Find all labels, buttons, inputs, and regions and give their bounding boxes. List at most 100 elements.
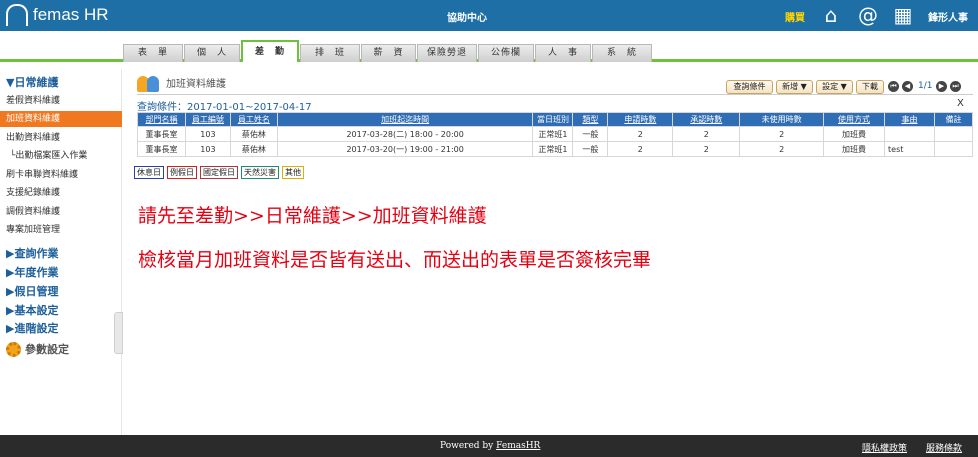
page-title-bar: 加班資料維護 — [137, 72, 226, 92]
col-applied-hours[interactable]: 申請時數 — [607, 112, 674, 127]
cell-shift: 正常班1 — [532, 126, 574, 142]
tab-system[interactable]: 系 統 — [592, 44, 652, 62]
sidebar-section-advanced-settings[interactable]: ▶進階設定 — [6, 320, 58, 336]
col-employee-id[interactable]: 員工編號 — [184, 112, 231, 127]
tab-attendance[interactable]: 差 勤 — [241, 40, 299, 62]
cell-employee-name: 蔡佑林 — [229, 126, 278, 142]
sidebar-item-overtime-data[interactable]: 加班資料維護 — [0, 111, 122, 127]
cell-remark — [933, 126, 974, 142]
sidebar-section-basic-settings[interactable]: ▶基本設定 — [6, 302, 58, 318]
sidebar-heading-daily[interactable]: ▼日常維護 — [6, 74, 58, 90]
cell-reason — [884, 126, 935, 142]
main-tabs: 表 單 個 人 差 勤 排 班 薪 資 保險勞退 公佈欄 人 事 系 統 — [0, 40, 978, 62]
sidebar-item-leave-data[interactable]: 差假資料維護 — [6, 93, 122, 109]
cell-employee-id: 103 — [184, 141, 231, 157]
next-page-icon[interactable]: ▶ — [936, 81, 947, 92]
add-button[interactable]: 新增 ▼ — [776, 80, 813, 94]
first-page-icon[interactable]: ⏮ — [888, 81, 899, 92]
sidebar-item-attendance-data[interactable]: 出勤資料維護 — [6, 130, 122, 146]
query-criteria: 查詢條件：2017-01-01~2017-04-17 — [137, 102, 312, 113]
instruction-note-2: 檢核當月加班資料是否皆有送出、而送出的表單是否簽核完畢 — [138, 249, 652, 271]
brand-name: femas HR — [33, 5, 109, 24]
tab-insurance[interactable]: 保險勞退 — [417, 44, 477, 62]
tab-hr[interactable]: 人 事 — [535, 44, 591, 62]
col-type[interactable]: 類型 — [572, 112, 609, 127]
cell-remark — [933, 141, 974, 157]
powered-by-prefix: Powered by — [440, 441, 497, 451]
cell-overtime-period: 2017-03-20(一) 19:00 - 21:00 — [276, 141, 534, 157]
col-overtime-period[interactable]: 加班起迄時間 — [276, 112, 534, 127]
cell-usage: 加班費 — [823, 126, 886, 142]
calendar-icon[interactable]: ▦ — [892, 4, 914, 26]
legend-rest-day: 休息日 — [134, 166, 164, 179]
cell-shift: 正常班1 — [532, 141, 574, 157]
home-icon[interactable]: ⌂ — [820, 4, 842, 26]
privacy-policy-link[interactable]: 隱私權政策 — [862, 441, 907, 454]
table-header-row: 部門名稱 員工編號 員工姓名 加班起迄時間 當日班別 類型 申請時數 承認時數 … — [137, 112, 974, 127]
cell-usage: 加班費 — [823, 141, 886, 157]
col-usage[interactable]: 使用方式 — [823, 112, 886, 127]
at-icon[interactable]: @ — [857, 4, 879, 26]
femas-logo-icon — [6, 4, 28, 26]
sidebar-collapse-handle[interactable] — [114, 312, 123, 354]
top-header: femas HR 協助中心 購買 ⌂ @ ▦ 鋒形人事 — [0, 0, 978, 31]
last-page-icon[interactable]: ⏭ — [950, 81, 961, 92]
tab-payroll[interactable]: 薪 資 — [361, 44, 416, 62]
cell-type: 一般 — [572, 126, 609, 142]
cell-type: 一般 — [572, 141, 609, 157]
cell-overtime-period: 2017-03-28(二) 18:00 - 20:00 — [276, 126, 534, 142]
sidebar-item-support-record[interactable]: 支援紀錄維護 — [6, 185, 122, 201]
gear-icon — [6, 341, 21, 357]
download-button[interactable]: 下載 — [856, 80, 884, 94]
sidebar-section-annual[interactable]: ▶年度作業 — [6, 264, 58, 280]
title-divider — [137, 94, 973, 95]
tab-forms[interactable]: 表 單 — [123, 44, 183, 62]
overtime-table: 部門名稱 員工編號 員工姓名 加班起迄時間 當日班別 類型 申請時數 承認時數 … — [137, 112, 974, 157]
cell-employee-name: 蔡佑林 — [229, 141, 278, 157]
footer: Powered by FemasHR 隱私權政策 服務條款 — [0, 435, 978, 457]
powered-by: Powered by FemasHR — [440, 441, 540, 451]
close-icon[interactable]: X — [957, 98, 964, 109]
sidebar-item-card-swipe[interactable]: 刷卡串聯資料維護 — [6, 167, 122, 183]
sidebar-item-attendance-import[interactable]: └出勤檔案匯入作業 — [10, 148, 126, 164]
sidebar-section-holiday[interactable]: ▶假日管理 — [6, 283, 58, 299]
cell-reason: test — [884, 141, 935, 157]
user-name[interactable]: 鋒形人事 — [928, 9, 968, 24]
query-criteria-button[interactable]: 查詢條件 — [726, 80, 773, 94]
legend-other: 其他 — [282, 166, 304, 179]
tab-bulletin[interactable]: 公佈欄 — [478, 44, 534, 62]
tab-personal[interactable]: 個 人 — [184, 44, 240, 62]
purchase-link[interactable]: 購買 — [785, 9, 805, 24]
col-department[interactable]: 部門名稱 — [137, 112, 186, 127]
cell-approved-hours: 2 — [672, 141, 741, 157]
col-approved-hours[interactable]: 承認時數 — [672, 112, 741, 127]
brand-logo[interactable]: femas HR — [6, 4, 109, 26]
instruction-note-1: 請先至差勤>>日常維護>>加班資料維護 — [138, 205, 487, 227]
col-employee-name[interactable]: 員工姓名 — [229, 112, 278, 127]
sidebar-item-project-overtime[interactable]: 專案加班管理 — [6, 222, 122, 238]
terms-of-service-link[interactable]: 服務條款 — [926, 441, 962, 454]
prev-page-icon[interactable]: ◀ — [902, 81, 913, 92]
cell-applied-hours: 2 — [607, 141, 674, 157]
settings-button[interactable]: 設定 ▼ — [816, 80, 853, 94]
cell-department: 董事長室 — [137, 141, 186, 157]
cell-employee-id: 103 — [184, 126, 231, 142]
page-indicator: 1/1 — [918, 81, 933, 91]
legend-regular-holiday: 例假日 — [167, 166, 197, 179]
people-icon — [137, 72, 161, 92]
page-title: 加班資料維護 — [166, 78, 226, 90]
table-row[interactable]: 董事長室 103 蔡佑林 2017-03-28(二) 18:00 - 20:00… — [137, 126, 974, 142]
cell-applied-hours: 2 — [607, 126, 674, 142]
cell-approved-hours: 2 — [672, 126, 741, 142]
sidebar-section-query[interactable]: ▶查詢作業 — [6, 245, 58, 261]
col-remark: 備註 — [933, 112, 974, 127]
sidebar-item-leave-transfer[interactable]: 調假資料維護 — [6, 204, 122, 220]
col-unused-hours: 未使用時數 — [739, 112, 825, 127]
help-center-link[interactable]: 協助中心 — [447, 9, 487, 24]
col-reason[interactable]: 事由 — [884, 112, 935, 127]
table-row[interactable]: 董事長室 103 蔡佑林 2017-03-20(一) 19:00 - 21:00… — [137, 141, 974, 157]
tab-scheduling[interactable]: 排 班 — [300, 44, 360, 62]
femashr-link[interactable]: FemasHR — [496, 441, 540, 451]
cell-unused-hours: 2 — [739, 126, 825, 142]
sidebar-params[interactable]: 參數設定 — [6, 341, 69, 357]
